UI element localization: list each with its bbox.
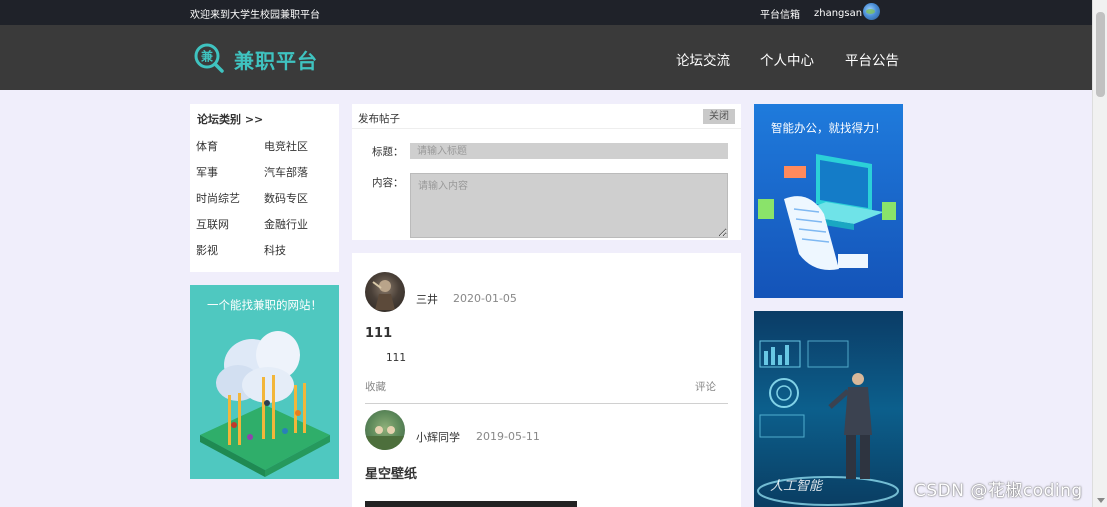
platform-letter-link[interactable]: 平台信箱	[760, 6, 800, 21]
content-label: 内容：	[372, 177, 404, 189]
post-avatar-2[interactable]	[365, 410, 405, 450]
post-title[interactable]: 111	[365, 326, 392, 341]
nav-forum[interactable]: 论坛交流	[676, 49, 730, 69]
category-item-esports[interactable]: 电竞社区	[264, 138, 308, 154]
post-form-header: 发布帖子 关闭	[352, 104, 741, 129]
title-input[interactable]	[410, 143, 728, 159]
right-ad-banner-office[interactable]: 智能办公，就找得力！	[754, 104, 903, 298]
left-ad-banner[interactable]: 一个能找兼职的网站！	[190, 285, 339, 479]
category-item-cars[interactable]: 汽车部落	[264, 164, 308, 180]
post-body: 111	[386, 352, 407, 364]
logo-search-icon[interactable]: 兼	[193, 42, 225, 74]
category-item-internet[interactable]: 互联网	[196, 216, 229, 232]
category-item-film[interactable]: 影视	[196, 242, 218, 258]
nav-personal-center[interactable]: 个人中心	[760, 49, 814, 69]
post-date-2: 2019-05-11	[476, 430, 540, 443]
category-panel: 论坛类别 >> 体育 电竞社区 军事 汽车部落 时尚综艺 数码专区 互联网 金融…	[190, 104, 339, 272]
post-form-title: 发布帖子	[358, 113, 400, 125]
category-item-finance[interactable]: 金融行业	[264, 216, 308, 232]
top-bar: 欢迎来到大学生校园兼职平台 平台信箱 zhangsan |	[0, 0, 1092, 25]
post-image-preview[interactable]	[365, 501, 577, 507]
favorite-button[interactable]: 收藏	[365, 379, 386, 394]
post-date: 2020-01-05	[453, 292, 517, 305]
post-avatar[interactable]	[365, 272, 405, 312]
page-scrollbar[interactable]	[1092, 0, 1107, 507]
category-item-fashion[interactable]: 时尚综艺	[196, 190, 240, 206]
right-ad-banner-ai[interactable]: 人工智能	[754, 311, 903, 507]
post-author[interactable]: 三井	[416, 291, 438, 307]
category-item-tech[interactable]: 科技	[264, 242, 286, 258]
office-isometric-illustration	[758, 154, 896, 270]
user-avatar-icon[interactable]	[863, 3, 880, 20]
csdn-watermark: CSDN @花椒coding	[914, 481, 1083, 501]
right-ad-text-ai: 人工智能	[770, 479, 823, 494]
post-title-2[interactable]: 星空壁纸	[365, 463, 417, 482]
title-label: 标题：	[372, 146, 404, 158]
post-author-2[interactable]: 小辉同学	[416, 429, 460, 445]
content-input[interactable]	[410, 173, 728, 238]
main-header	[0, 25, 1092, 90]
close-button[interactable]: 关闭	[703, 109, 735, 124]
post-divider	[365, 403, 728, 404]
category-item-sports[interactable]: 体育	[196, 138, 218, 154]
category-item-digital[interactable]: 数码专区	[264, 190, 308, 206]
comment-button[interactable]: 评论	[695, 379, 716, 394]
scrollbar-thumb[interactable]	[1096, 12, 1105, 97]
logo-glyph: 兼	[200, 49, 214, 64]
category-item-military[interactable]: 军事	[196, 164, 218, 180]
group-photo-avatar-image	[365, 426, 405, 450]
topbar-links: 平台信箱 zhangsan |	[760, 6, 879, 21]
scroll-down-arrow-icon[interactable]	[1097, 498, 1105, 503]
nav-announcements[interactable]: 平台公告	[845, 49, 899, 69]
username-link[interactable]: zhangsan	[814, 8, 862, 19]
logo-text[interactable]: 兼职平台	[234, 45, 318, 74]
welcome-text: 欢迎来到大学生校园兼职平台	[190, 10, 320, 21]
category-title: 论坛类别 >>	[197, 113, 264, 126]
cloud-ladder-illustration	[200, 331, 330, 477]
warrior-avatar-image	[372, 280, 395, 310]
